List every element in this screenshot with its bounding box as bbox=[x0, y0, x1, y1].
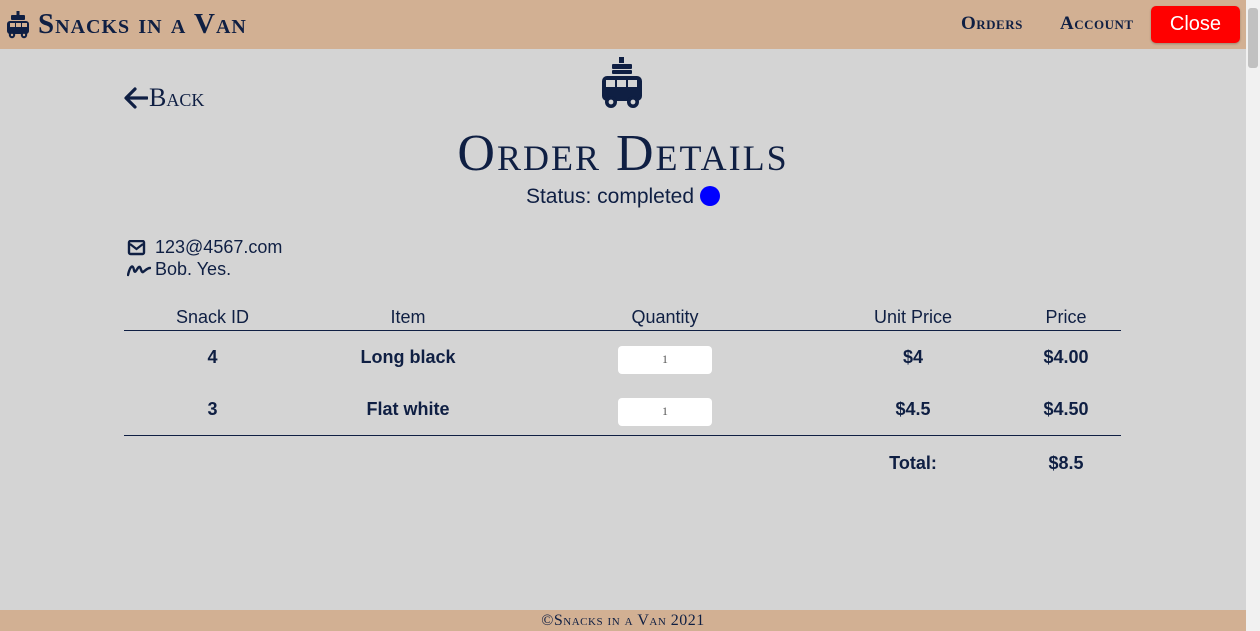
customer-email: 123@4567.com bbox=[155, 237, 283, 257]
item-cell: Flat white bbox=[366, 399, 450, 419]
nav-orders-link[interactable]: Orders bbox=[961, 13, 1023, 35]
table-header-row: Snack ID Item Quantity Unit Price Price bbox=[124, 305, 1121, 331]
header-snack-id: Snack ID bbox=[175, 307, 250, 327]
unit-price-cell: $4.5 bbox=[895, 399, 931, 419]
header-item: Item bbox=[390, 307, 426, 327]
total-label: Total: bbox=[889, 453, 937, 473]
van-icon bbox=[601, 57, 643, 109]
close-button[interactable]: Close bbox=[1151, 6, 1240, 43]
page-title: Order Details bbox=[457, 125, 789, 182]
header-unit-price: Unit Price bbox=[873, 307, 953, 327]
nav-account-link[interactable]: Account bbox=[1060, 13, 1134, 35]
scrollbar-thumb[interactable] bbox=[1248, 8, 1258, 68]
customer-name: Bob. Yes. bbox=[155, 259, 232, 279]
name-row: Bob. Yes. bbox=[127, 259, 231, 280]
brand-name: Snacks in a Van bbox=[38, 8, 247, 40]
price-cell: $4.00 bbox=[1043, 347, 1089, 367]
snack-id-cell: 4 bbox=[207, 347, 218, 367]
email-row: 123@4567.com bbox=[127, 237, 282, 258]
header-price: Price bbox=[1045, 307, 1087, 327]
arrow-left-icon bbox=[124, 87, 148, 109]
order-table: Snack ID Item Quantity Unit Price Price … bbox=[124, 305, 1121, 488]
table-row: 4 Long black $4 $4.00 bbox=[124, 331, 1121, 383]
brand[interactable]: Snacks in a Van bbox=[6, 0, 247, 49]
header-quantity: Quantity bbox=[631, 307, 699, 327]
total-value: $8.5 bbox=[1048, 453, 1084, 473]
item-cell: Long black bbox=[360, 347, 456, 367]
quantity-input[interactable] bbox=[618, 345, 712, 374]
snack-id-cell: 3 bbox=[207, 399, 218, 419]
total-row: Total: $8.5 bbox=[124, 436, 1121, 488]
quantity-input[interactable] bbox=[618, 397, 712, 426]
table-row: 3 Flat white $4.5 $4.50 bbox=[124, 383, 1121, 435]
quantity-cell bbox=[515, 345, 815, 374]
price-cell: $4.50 bbox=[1043, 399, 1089, 419]
navbar: Snacks in a Van Orders Account Close bbox=[0, 0, 1246, 49]
status-dot-icon bbox=[700, 186, 721, 206]
van-icon bbox=[6, 10, 30, 39]
quantity-cell bbox=[515, 397, 815, 426]
signature-icon bbox=[127, 264, 151, 276]
back-label: Back bbox=[149, 83, 205, 112]
unit-price-cell: $4 bbox=[902, 347, 924, 367]
back-link[interactable]: Back bbox=[124, 83, 204, 113]
status-label: Status: completed bbox=[525, 185, 695, 208]
order-status: Status: completed bbox=[0, 185, 1246, 209]
footer: ©Snacks in a Van 2021 bbox=[0, 610, 1246, 631]
envelope-icon bbox=[127, 239, 146, 255]
scrollbar[interactable] bbox=[1246, 0, 1260, 631]
